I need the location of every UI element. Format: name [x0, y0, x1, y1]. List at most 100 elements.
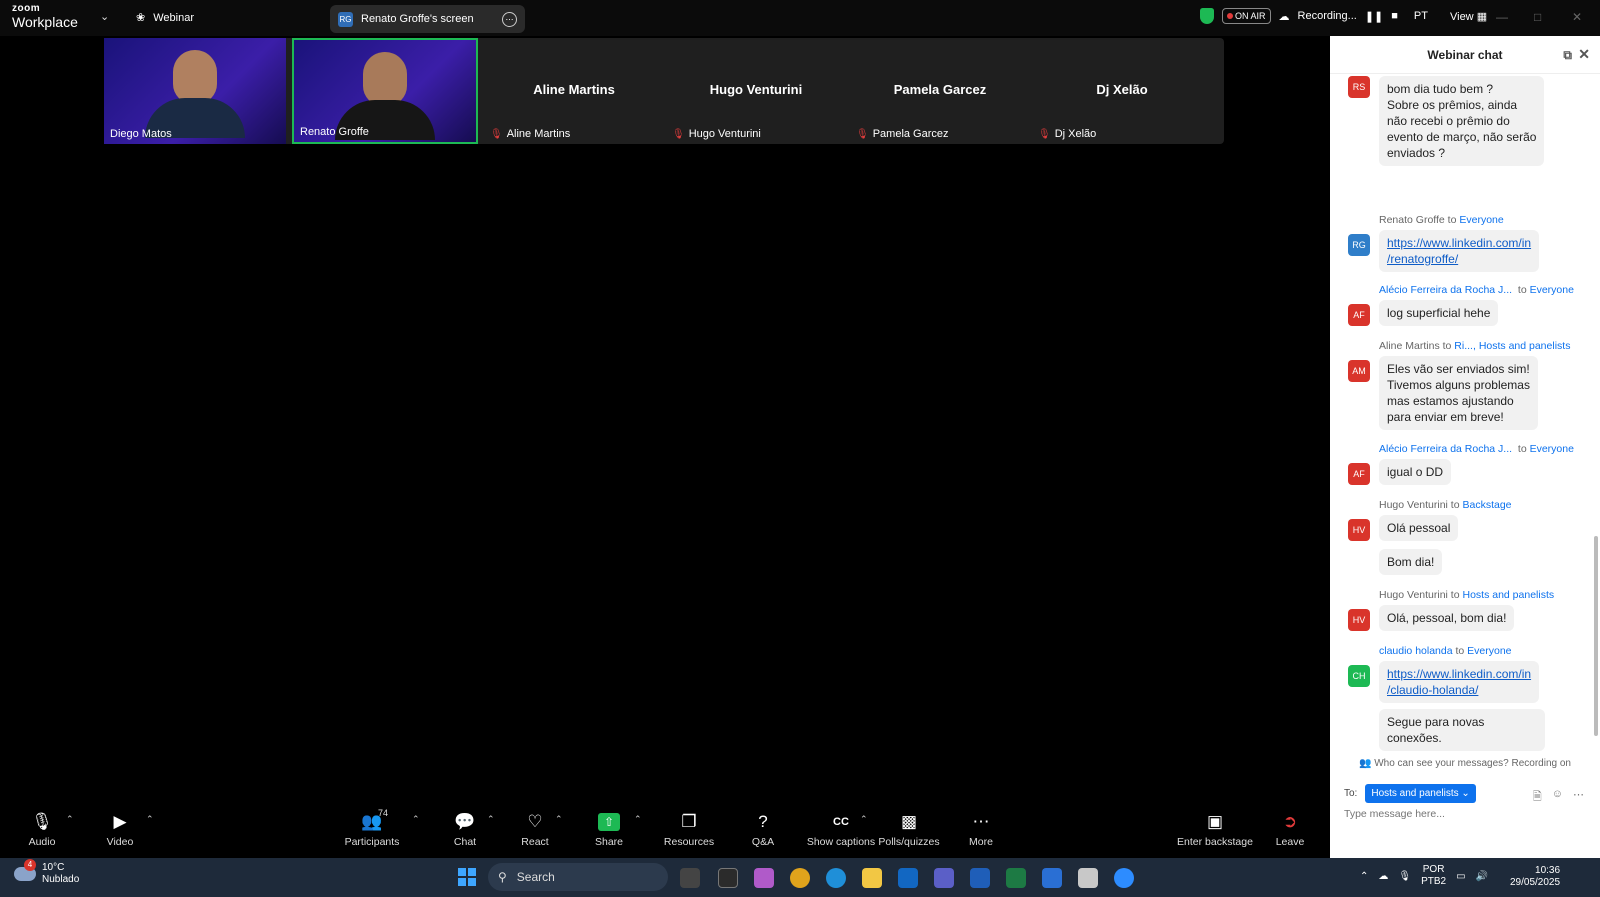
word-icon[interactable]	[970, 868, 990, 888]
question-icon: ?	[758, 812, 768, 831]
security-shield-icon[interactable]	[1200, 8, 1214, 24]
teams-icon[interactable]	[934, 868, 954, 888]
avatar: RG	[1348, 234, 1370, 256]
participants-button[interactable]: 👥 74 Participants	[332, 808, 412, 848]
close-icon[interactable]: ✕	[1578, 46, 1590, 63]
message-input[interactable]	[1344, 808, 1584, 820]
tile-name: 🎙 Dj Xelão	[1038, 128, 1096, 140]
recipient-name: Hosts and panelists	[1478, 340, 1571, 352]
video-tile-hugo[interactable]: Hugo Venturini 🎙 Hugo Venturini	[666, 38, 846, 144]
participants-options-caret[interactable]: ⌃	[412, 814, 420, 825]
video-tile-djxelao[interactable]: Dj Xelão 🎙 Dj Xelão	[1032, 38, 1212, 144]
lang-line2: PTB2	[1421, 876, 1447, 887]
chrome-icon[interactable]	[790, 868, 810, 888]
share-options-caret[interactable]: ⌃	[634, 814, 642, 825]
weather-badge: 4	[24, 859, 36, 871]
more-icon[interactable]: ⋯	[1573, 788, 1584, 807]
message-link[interactable]: https://www.linkedin.com/in /renatogroff…	[1387, 236, 1531, 266]
task-view-icon[interactable]	[680, 868, 700, 888]
maximize-icon[interactable]: □	[1534, 10, 1541, 24]
search-label: Search	[516, 870, 555, 884]
captions-options-caret[interactable]: ⌃	[860, 814, 868, 825]
react-options-caret[interactable]: ⌃	[555, 814, 563, 825]
zoom-logo: zoom Workplace	[12, 4, 78, 30]
windows-start-icon[interactable]	[458, 868, 476, 886]
file-icon[interactable]: 🗎	[1533, 788, 1542, 807]
more-label: More	[969, 836, 993, 848]
tile-name-label: Aline Martins	[506, 128, 571, 140]
edge-icon[interactable]	[826, 868, 846, 888]
tile-name: Renato Groffe	[300, 126, 369, 138]
taskbar-search[interactable]: ⚲ Search	[488, 863, 668, 891]
weather-widget[interactable]: 4 10°C Nublado	[14, 859, 79, 886]
recipient-prefix: Ri...,	[1454, 340, 1476, 352]
chat-messages[interactable]: RS bom dia tudo bem ? Sobre os prêmios, …	[1330, 74, 1592, 754]
weather-temp: 10°C	[42, 862, 65, 873]
close-window-icon[interactable]: ✕	[1572, 10, 1582, 24]
recipient-row: To: Hosts and panelists ⌄	[1344, 784, 1476, 803]
minimize-icon[interactable]: —	[1496, 10, 1508, 24]
defender-icon[interactable]	[1042, 868, 1062, 888]
onedrive-icon[interactable]: ☁	[1378, 871, 1388, 882]
video-tile-diego[interactable]: Diego Matos	[104, 38, 286, 144]
zoom-icon[interactable]	[1114, 868, 1134, 888]
message-bubble: Olá pessoal	[1379, 515, 1459, 541]
chat-label: Chat	[453, 836, 477, 848]
copilot-icon[interactable]	[754, 868, 774, 888]
leave-button[interactable]: ➲ Leave	[1250, 810, 1330, 848]
avatar: AF	[1348, 304, 1370, 326]
meeting-toolbar: 🎙 Audio ⌃ ▶ Video ⌃ 👥 74 Participants ⌃ 💬 Cha…	[0, 808, 1330, 858]
emoji-icon[interactable]: ☺	[1552, 788, 1563, 807]
terminal-icon[interactable]	[718, 868, 738, 888]
chat-options-caret[interactable]: ⌃	[487, 814, 495, 825]
polls-button[interactable]: ▩ Polls/quizzes	[869, 810, 949, 848]
view-button[interactable]: View ▦	[1450, 10, 1487, 23]
snipping-tool-icon[interactable]	[1078, 868, 1098, 888]
recording-label: Recording...	[1297, 10, 1357, 22]
file-explorer-icon[interactable]	[862, 868, 882, 888]
tile-big-name: Pamela Garcez	[893, 82, 987, 97]
qa-button[interactable]: ? Q&A	[723, 810, 803, 848]
participants-count: 74	[378, 808, 389, 818]
pause-recording-icon[interactable]: ❚❚	[1365, 10, 1383, 23]
resources-icon: ❐	[681, 812, 697, 831]
message-link[interactable]: https://www.linkedin.com/in /claudio-hol…	[1387, 667, 1531, 697]
volume-icon[interactable]: 🔊	[1476, 871, 1488, 882]
message-bubble: bom dia tudo bem ? Sobre os prêmios, ain…	[1379, 76, 1545, 166]
taskbar-clock[interactable]: 10:36 29/05/2025	[1510, 865, 1560, 889]
message-bubble: igual o DD	[1379, 459, 1452, 485]
screen-share-avatar: RG	[338, 11, 353, 27]
chevron-down-icon[interactable]: ⌄	[100, 10, 109, 23]
video-tile-aline[interactable]: Aline Martins 🎙 Aline Martins	[484, 38, 664, 144]
chevron-up-icon[interactable]: ⌃	[1360, 871, 1368, 882]
language-label[interactable]: PT	[1414, 10, 1428, 22]
react-button[interactable]: ♡ React	[495, 810, 575, 848]
more-button[interactable]: ⋯ More	[941, 810, 1021, 848]
more-options-icon[interactable]: ⋯	[502, 11, 517, 27]
bar-chart-icon: ▩	[900, 812, 918, 831]
recipient-dropdown[interactable]: Hosts and panelists ⌄	[1365, 784, 1476, 803]
screen-share-pill[interactable]: RG Renato Groffe's screen ⋯	[330, 5, 525, 33]
recipient-name: Everyone	[1467, 645, 1512, 657]
tile-name-label: Dj Xelão	[1054, 128, 1097, 140]
input-language[interactable]: POR PTB2	[1421, 864, 1446, 888]
video-tile-renato[interactable]: Renato Groffe	[292, 38, 478, 144]
audio-options-caret[interactable]: ⌃	[66, 814, 74, 825]
microphone-tray-icon[interactable]: 🎙	[1398, 871, 1411, 882]
resources-button[interactable]: ❐ Resources	[649, 810, 729, 848]
excel-icon[interactable]	[1006, 868, 1026, 888]
stop-recording-icon[interactable]: ■	[1391, 10, 1398, 22]
popout-icon[interactable]: ⧉	[1563, 48, 1572, 63]
display-icon[interactable]: ▭	[1456, 871, 1465, 882]
participants-label: Participants	[344, 836, 400, 848]
enter-backstage-button[interactable]: ▣ Enter backstage	[1170, 810, 1260, 848]
chat-scrollbar[interactable]	[1594, 536, 1598, 736]
who-can-see-notice[interactable]: 👥 Who can see your messages? Recording o…	[1330, 758, 1600, 769]
sender-name: Alécio Ferreira da Rocha J...	[1379, 284, 1513, 296]
video-tile-pamela[interactable]: Pamela Garcez 🎙 Pamela Garcez	[850, 38, 1030, 144]
message-bubble: Olá, pessoal, bom dia!	[1379, 605, 1515, 631]
outlook-icon[interactable]	[898, 868, 918, 888]
webinar-chat-panel: Webinar chat ⧉ ✕ RS bom dia tudo bem ? S…	[1330, 36, 1600, 858]
video-options-caret[interactable]: ⌃	[146, 814, 154, 825]
people-icon: 👥	[1358, 758, 1372, 769]
